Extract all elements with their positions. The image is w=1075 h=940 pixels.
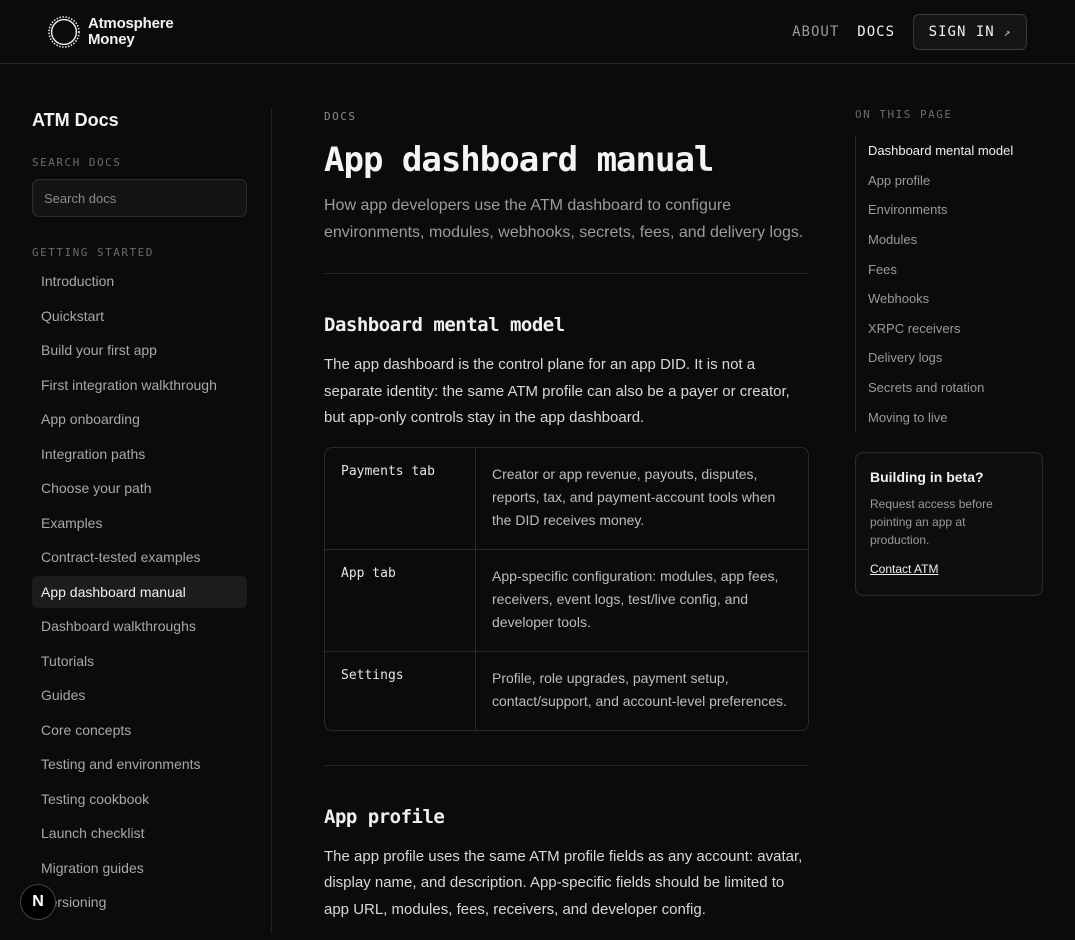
toc-item[interactable]: Dashboard mental model [868,136,1043,166]
brand-name: Atmosphere Money [88,16,174,48]
sign-in-label: SIGN IN [928,24,995,40]
sidebar-item[interactable]: Examples [32,507,247,539]
sidebar-divider [271,108,272,933]
toc-list: Dashboard mental model App profile Environ… [855,136,1043,432]
toc-item[interactable]: App profile [868,166,1043,196]
table-cell-value: Profile, role upgrades, payment setup, c… [492,669,787,709]
sidebar-item[interactable]: Testing and environments [32,748,247,780]
brand-name-line2: Money [88,31,135,48]
section-heading-dashboard-mental-model: Dashboard mental model [324,314,565,336]
external-arrow-icon: ↗ [1003,25,1012,39]
sidebar-item[interactable]: Choose your path [32,472,247,504]
sidebar-item[interactable]: Core concepts [32,714,247,746]
top-nav: ABOUT DOCS SIGN IN ↗ [792,14,1027,50]
dashboard-tabs-table: Payments tab Creator or app revenue, payo… [324,446,809,731]
toc-item[interactable]: Webhooks [868,284,1043,314]
nav-docs-link[interactable]: DOCS [857,24,895,40]
section-heading-app-profile: App profile [324,805,445,828]
table-row: Payments tab Creator or app revenue, payo… [325,447,808,550]
toc-label: ON THIS PAGE [855,108,953,121]
toc-item[interactable]: Secrets and rotation [868,373,1043,403]
toc-item[interactable]: XRPC receivers [868,314,1043,344]
toc-item[interactable]: Fees [868,254,1043,284]
sidebar-item[interactable]: Build your first app [32,334,247,366]
toc-item[interactable]: Delivery logs [868,343,1043,373]
sidebar-item[interactable]: Guides [32,679,247,711]
table-cell-value: App-specific configuration: modules, app… [492,567,779,630]
sidebar-title: ATM Docs [32,110,119,130]
search-docs-label: SEARCH DOCS [32,156,122,169]
search-box[interactable] [32,179,247,217]
toc-item[interactable]: Moving to live [868,402,1043,432]
sidebar-item[interactable]: Launch checklist [32,817,247,849]
beta-card-body: Request access before pointing an app at… [870,496,993,547]
search-input[interactable] [44,190,235,206]
beta-card: Building in beta? Request access before … [855,451,1043,596]
getting-started-label: GETTING STARTED [32,246,154,259]
sidebar-item[interactable]: App onboarding [32,403,247,435]
toc-item[interactable]: Modules [868,225,1043,255]
breadcrumb[interactable]: DOCS [324,110,809,123]
table-cell-key: Settings [325,651,476,730]
contact-atm-link[interactable]: Contact ATM [870,562,938,576]
table-row: App tab App-specific configuration: modul… [325,549,808,652]
section-body: The app profile uses the same ATM profil… [324,847,803,918]
atmosphere-logo-icon [48,16,80,48]
table-cell-value: Creator or app revenue, payouts, dispute… [492,465,776,528]
table-cell-key: Payments tab [325,447,476,549]
top-bar: Atmosphere Money ABOUT DOCS SIGN IN ↗ [0,0,1075,64]
sidebar-item[interactable]: Integration paths [32,438,247,470]
main-content: DOCS App dashboard manual How app develo… [324,110,809,923]
sidebar-item[interactable]: Testing cookbook [32,783,247,815]
sidebar-item[interactable]: Versioning [32,886,247,918]
page-title: App dashboard manual [324,140,714,180]
sidebar-item[interactable]: Quickstart [32,300,247,332]
sidebar-item[interactable]: Introduction [32,265,247,297]
sidebar-item[interactable]: Tutorials [32,645,247,677]
sidebar-nav-list: Introduction Quickstart Build your first a… [32,265,247,918]
sidebar-item[interactable]: Dashboard walkthroughs [32,610,247,642]
next-dev-badge[interactable]: N [20,884,56,920]
brand-name-line1: Atmosphere [88,15,174,32]
sidebar-item[interactable]: Migration guides [32,852,247,884]
divider [324,273,809,274]
sidebar-item[interactable]: First integration walkthrough [32,369,247,401]
page-description: How app developers use the ATM dashboard… [324,197,804,241]
table-row: Settings Profile, role upgrades, payment … [325,651,808,730]
sign-in-button[interactable]: SIGN IN ↗ [913,14,1027,50]
on-this-page: ON THIS PAGE Dashboard mental model App p… [855,108,1043,596]
brand-logo[interactable]: Atmosphere Money [47,15,174,49]
divider [324,764,809,766]
section-body: The app dashboard is the control plane f… [324,356,790,426]
beta-card-title: Building in beta? [870,468,984,485]
nav-about-link[interactable]: ABOUT [792,24,839,40]
table-cell-key: App tab [325,549,476,651]
sidebar-item[interactable]: Contract-tested examples [32,541,247,573]
docs-sidebar: ATM Docs SEARCH DOCS GETTING STARTED Int… [32,108,247,921]
sidebar-item[interactable]: App dashboard manual [32,575,247,608]
toc-item[interactable]: Environments [868,195,1043,225]
